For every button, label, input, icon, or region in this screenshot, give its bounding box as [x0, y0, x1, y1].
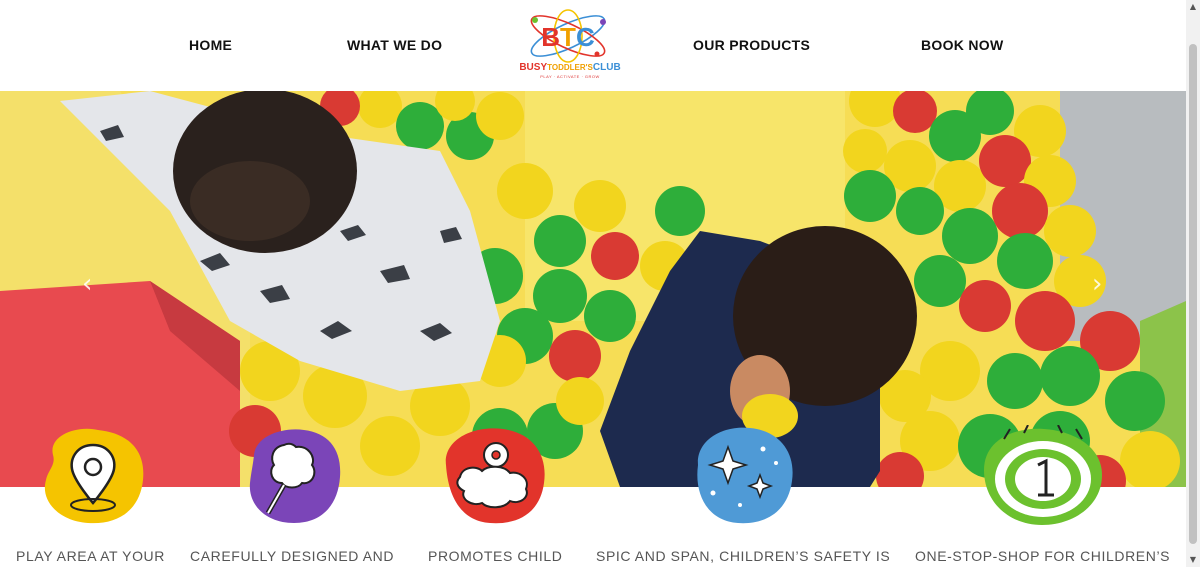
feature-label-carefully-designed: CAREFULLY DESIGNED AND: [190, 548, 395, 564]
logo-monogram: BTC: [541, 22, 595, 52]
scrollbar-thumb[interactable]: [1189, 44, 1197, 544]
svg-text:BTC: BTC: [541, 22, 595, 52]
brain-pencil-icon: [244, 425, 344, 532]
sparkles-icon: [688, 425, 798, 532]
location-pin-icon: [38, 425, 148, 532]
logo-word-toddlers: TODDLER'S: [547, 63, 593, 72]
nav-book-now[interactable]: BOOK NOW: [921, 37, 1004, 53]
logo-tagline: PLAY · ACTIVATE · GROW: [540, 74, 600, 79]
nav-our-products[interactable]: OUR PRODUCTS: [693, 37, 810, 53]
feature-label-spic-and-span: SPIC AND SPAN, CHILDREN’S SAFETY IS: [596, 548, 891, 564]
site-header: HOME WHAT WE DO BTC BUSYTODDLER'SCLUB PL…: [0, 0, 1186, 91]
feature-label-promotes-child: PROMOTES CHILD: [428, 548, 563, 564]
logo-word-busy: BUSY: [519, 62, 548, 73]
logo-word-club: CLUB: [592, 62, 621, 73]
nav-what-we-do[interactable]: WHAT WE DO: [347, 37, 442, 53]
site-logo[interactable]: BTC BUSYTODDLER'SCLUB PLAY · ACTIVATE · …: [505, 8, 635, 84]
feature-label-play-area: PLAY AREA AT YOUR: [16, 548, 165, 564]
scroll-up-arrow-icon[interactable]: ▲: [1186, 0, 1200, 14]
scroll-down-arrow-icon[interactable]: ▼: [1186, 553, 1200, 567]
slider-prev-arrow[interactable]: ‹: [82, 269, 92, 299]
slider-next-arrow[interactable]: ›: [1092, 269, 1102, 299]
brain-gear-icon: [438, 425, 550, 532]
page-scrollbar[interactable]: ▲ ▼: [1186, 0, 1200, 567]
number-one-badge-icon: [974, 424, 1110, 532]
nav-home[interactable]: HOME: [189, 37, 232, 53]
logo-wordmark: BUSYTODDLER'SCLUB: [507, 62, 633, 73]
feature-label-one-stop-shop: ONE-STOP-SHOP FOR CHILDREN’S: [915, 548, 1171, 564]
